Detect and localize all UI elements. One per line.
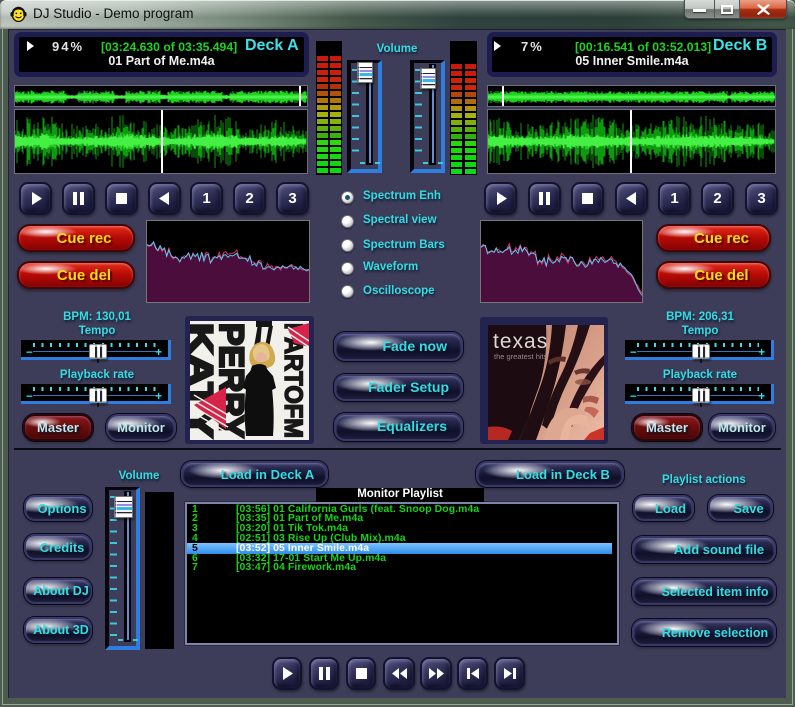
svg-text:texas: texas: [493, 330, 548, 353]
svg-text:the greatest hits: the greatest hits: [494, 352, 548, 361]
